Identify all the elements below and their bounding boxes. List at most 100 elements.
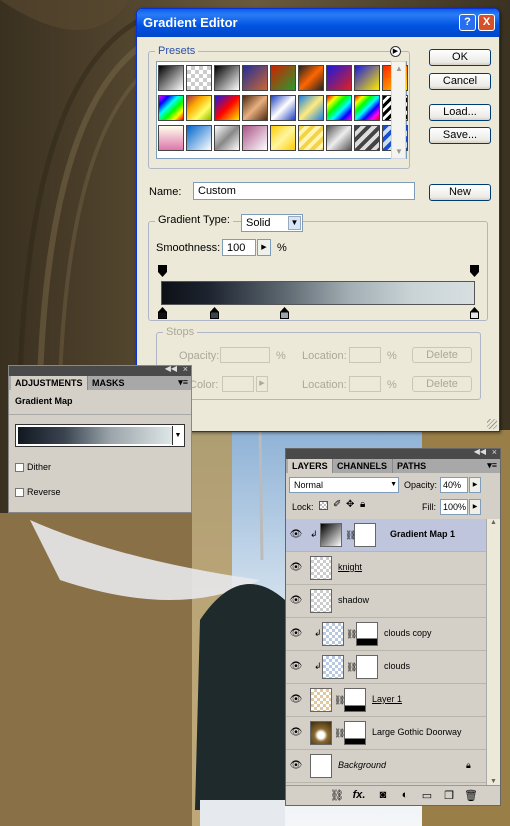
preset-swatch[interactable]	[186, 95, 212, 121]
cancel-button[interactable]: Cancel	[429, 73, 491, 90]
opacity-stop-left[interactable]	[158, 265, 167, 277]
fill-field[interactable]: 100%	[440, 499, 468, 515]
layer-row-knight[interactable]: 👁︎ knight	[286, 552, 486, 585]
preset-swatch[interactable]	[354, 95, 380, 121]
gradient-dropdown-icon[interactable]: ▼	[172, 426, 183, 445]
smoothness-arrow-icon[interactable]: ▶	[257, 239, 271, 256]
scroll-up-icon[interactable]: ▲	[487, 519, 500, 526]
new-layer-icon[interactable]: ❐	[442, 789, 456, 802]
scroll-up-icon[interactable]: ▲	[395, 64, 403, 73]
color-stop-1[interactable]	[158, 307, 167, 319]
visibility-eye-icon[interactable]: 👁︎	[289, 661, 303, 673]
preset-swatch[interactable]	[298, 125, 324, 151]
lock-all-icon[interactable]: 🔒︎	[360, 499, 365, 510]
layer-row-gradient-map[interactable]: 👁︎ ↲ ⛓︎ Gradient Map 1	[286, 519, 486, 552]
color-stop-3[interactable]	[280, 307, 289, 319]
layers-scrollbar[interactable]: ▲ ▼	[486, 519, 500, 785]
preset-swatch[interactable]	[354, 65, 380, 91]
layer-row-clouds-copy[interactable]: 👁︎ ↲ ⛓︎ clouds copy	[286, 618, 486, 651]
gradient-type-select[interactable]: Solid ▼	[241, 214, 303, 232]
collapse-icon[interactable]: ◀◀	[474, 447, 486, 456]
preset-swatch[interactable]	[298, 65, 324, 91]
layer-opacity-field[interactable]: 40%	[440, 477, 468, 493]
layer-row-layer-1[interactable]: 👁︎ ⛓︎ Layer 1	[286, 684, 486, 717]
gradient-preview-bar[interactable]	[161, 281, 475, 305]
lock-image-icon[interactable]: ✐	[333, 499, 341, 510]
new-adjustment-icon[interactable]: ◐	[398, 789, 412, 801]
visibility-eye-icon[interactable]: 👁︎	[289, 760, 303, 772]
preset-swatch[interactable]	[242, 125, 268, 151]
preset-swatch[interactable]	[326, 125, 352, 151]
tab-paths[interactable]: PATHS	[392, 459, 430, 473]
tab-channels[interactable]: CHANNELS	[332, 459, 391, 473]
preset-swatch[interactable]	[186, 125, 212, 151]
close-button[interactable]: X	[478, 14, 495, 31]
preset-swatch[interactable]	[298, 95, 324, 121]
scroll-down-icon[interactable]: ▼	[395, 147, 403, 156]
preset-swatch[interactable]	[214, 95, 240, 121]
preset-swatch[interactable]	[214, 125, 240, 151]
visibility-eye-icon[interactable]: 👁︎	[289, 727, 303, 739]
panel-menu-icon[interactable]: ▾≡	[487, 460, 497, 471]
smoothness-field[interactable]: 100	[222, 239, 256, 256]
preset-swatch[interactable]	[242, 95, 268, 121]
preset-swatch[interactable]	[158, 65, 184, 91]
preset-swatch[interactable]	[354, 125, 380, 151]
preset-swatch[interactable]	[158, 95, 184, 121]
close-panel-icon[interactable]: ×	[183, 364, 188, 374]
opacity-stop-right[interactable]	[470, 265, 479, 277]
save-button[interactable]: Save...	[429, 127, 491, 144]
preset-swatch[interactable]	[270, 95, 296, 121]
stop-color-label: Color:	[189, 379, 219, 391]
lock-position-icon[interactable]: ✥	[346, 499, 354, 510]
blend-mode-select[interactable]: Normal ▼	[289, 477, 399, 493]
scroll-down-icon[interactable]: ▼	[487, 778, 500, 785]
tab-layers[interactable]: LAYERS	[288, 459, 332, 473]
ok-button[interactable]: OK	[429, 49, 491, 66]
layer-row-background[interactable]: 👁︎ Background 🔒︎	[286, 750, 486, 783]
preset-swatch[interactable]	[242, 65, 268, 91]
layer-name: Gradient Map 1	[390, 529, 456, 539]
help-button[interactable]: ?	[459, 14, 476, 31]
visibility-eye-icon[interactable]: 👁︎	[289, 562, 303, 574]
visibility-eye-icon[interactable]: 👁︎	[289, 628, 303, 640]
lock-transparent-icon[interactable]	[319, 501, 328, 510]
preset-swatch[interactable]	[326, 95, 352, 121]
preset-swatch[interactable]	[326, 65, 352, 91]
preset-swatch[interactable]	[158, 125, 184, 151]
layer-row-shadow[interactable]: 👁︎ shadow	[286, 585, 486, 618]
delete-layer-icon[interactable]: 🗑︎	[464, 789, 478, 802]
new-group-icon[interactable]: ▭	[420, 789, 434, 802]
color-stop-4[interactable]	[470, 307, 479, 319]
add-mask-icon[interactable]: ◙	[376, 789, 390, 801]
visibility-eye-icon[interactable]: 👁︎	[289, 529, 303, 541]
tab-adjustments[interactable]: ADJUSTMENTS	[11, 376, 87, 390]
fill-arrow-icon[interactable]: ▶	[469, 499, 481, 515]
name-field[interactable]: Custom	[193, 182, 415, 200]
visibility-eye-icon[interactable]: 👁︎	[289, 694, 303, 706]
preset-swatch[interactable]	[186, 65, 212, 91]
close-panel-icon[interactable]: ×	[492, 447, 497, 457]
preset-swatch[interactable]	[214, 65, 240, 91]
layer-style-icon[interactable]: fx.	[352, 789, 366, 801]
color-stop-2[interactable]	[210, 307, 219, 319]
opacity-arrow-icon[interactable]: ▶	[469, 477, 481, 493]
layer-row-gothic-doorway[interactable]: 👁︎ ⛓︎ Large Gothic Doorway	[286, 717, 486, 750]
panel-menu-icon[interactable]: ▾≡	[178, 377, 188, 388]
preset-swatch[interactable]	[270, 65, 296, 91]
load-button[interactable]: Load...	[429, 104, 491, 121]
new-button[interactable]: New	[429, 184, 491, 201]
layer-row-clouds[interactable]: 👁︎ ↲ ⛓︎ clouds	[286, 651, 486, 684]
collapse-icon[interactable]: ◀◀	[165, 364, 177, 373]
stop-opacity-percent: %	[276, 350, 286, 362]
gradient-map-preview[interactable]: ▼	[15, 424, 185, 447]
tab-masks[interactable]: MASKS	[87, 376, 129, 390]
visibility-eye-icon[interactable]: 👁︎	[289, 595, 303, 607]
preset-swatch[interactable]	[270, 125, 296, 151]
presets-menu-icon[interactable]: ▶	[390, 46, 401, 57]
resize-grip-icon[interactable]	[487, 419, 497, 429]
dither-checkbox[interactable]	[15, 463, 24, 472]
presets-scrollbar[interactable]: ▲ ▼	[391, 61, 406, 159]
link-layers-icon[interactable]: ⛓︎	[330, 789, 344, 802]
reverse-checkbox[interactable]	[15, 488, 24, 497]
